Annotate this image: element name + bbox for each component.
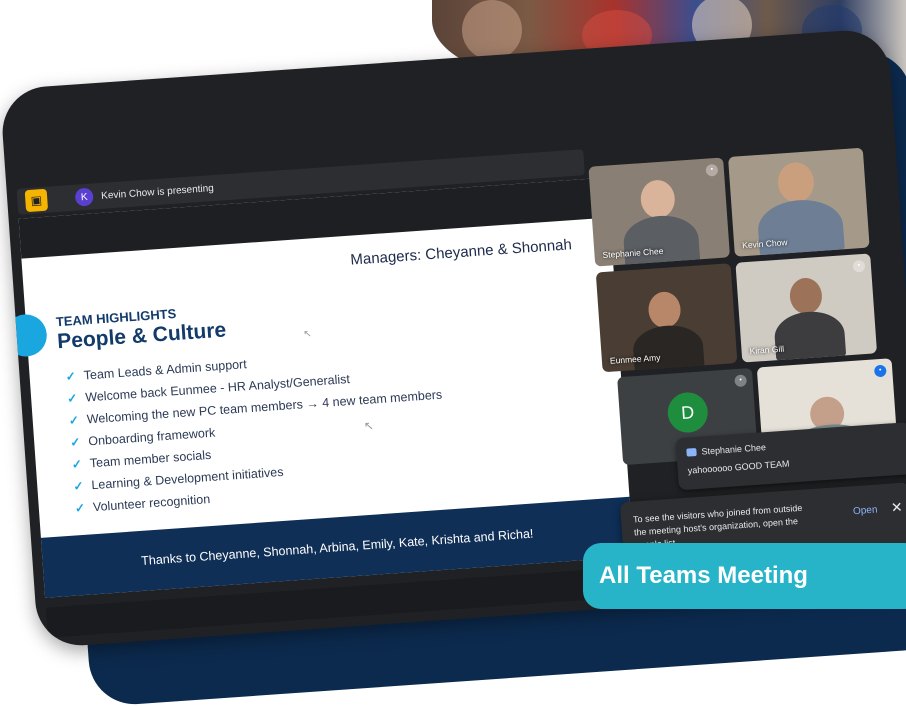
video-tile[interactable]: Eunmee Amy [595,263,738,373]
mic-off-icon: • [705,163,719,177]
chat-sender: Stephanie Chee [701,442,767,457]
speaking-icon: • [873,364,887,378]
slide-bullet-list: ✓ Team Leads & Admin support ✓ Welcome bac… [65,340,449,520]
check-icon: ✓ [68,413,80,428]
check-icon: ✓ [69,434,81,450]
cursor-icon: ↖ [363,418,375,434]
slide-managers: Managers: Cheyanne & Shonnah [349,236,573,269]
meeting-banner-label: All Teams Meeting [599,562,808,589]
slide-accent-circle [3,313,49,358]
check-icon: ✓ [71,456,83,472]
check-icon: ✓ [65,369,77,384]
cursor-icon: ↖ [302,328,313,341]
check-icon: ✓ [74,500,86,516]
video-tile[interactable]: • Kiran Gill [735,253,878,363]
video-tile[interactable]: • Stephanie Chee [588,157,731,267]
mic-off-icon: • [852,259,866,273]
meeting-banner: All Teams Meeting [583,543,906,609]
presenter-avatar: K [74,187,94,207]
presentation-slide: Managers: Cheyanne & Shonnah TEAM HIGHLI… [3,177,634,598]
mic-off-icon: • [734,374,748,388]
chat-message: yahoooooo GOOD TEAM [687,458,790,476]
slide-thanks-text: Thanks to Cheyanne, Shonnah, Arbina, Emi… [140,526,534,568]
video-tile[interactable]: Kevin Chow [728,147,870,257]
check-icon: ✓ [72,478,84,494]
screen-share-icon[interactable]: ▣ [24,188,49,213]
chat-icon [686,447,697,457]
participant-avatar: D [666,391,710,434]
check-icon: ✓ [66,391,78,406]
close-icon[interactable]: ✕ [890,499,903,517]
presenter-text: Kevin Chow is presenting [100,182,215,202]
open-people-list-button[interactable]: Open [853,505,878,518]
